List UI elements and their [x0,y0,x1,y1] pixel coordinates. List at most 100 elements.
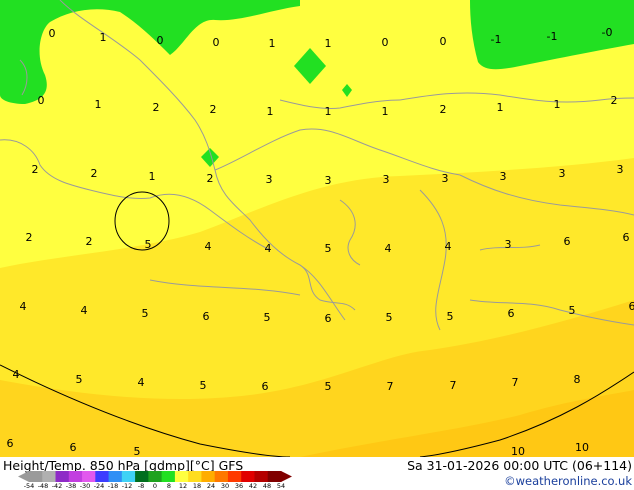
scale-swatch [201,471,216,482]
scale-swatch [214,471,229,482]
scale-arrow-right [281,471,292,482]
scale-tick-label: 36 [234,482,244,490]
temperature-label: 1 [325,37,332,50]
forecast-date: Sa 31-01-2026 00:00 UTC (06+114) [407,458,632,473]
scale-tick-label: -24 [93,482,105,490]
scale-tick-label: 48 [262,482,272,490]
temperature-label: 6 [262,380,269,393]
scale-swatch [55,471,70,482]
scale-swatch [121,471,136,482]
temperature-label: 1 [267,105,274,118]
scale-swatch [108,471,123,482]
scale-tick-label: 18 [192,482,202,490]
temperature-label: 0 [440,35,447,48]
temperature-label: 2 [91,167,98,180]
temperature-label: 1 [497,101,504,114]
temperature-label: 5 [325,380,332,393]
temperature-label: 3 [325,174,332,187]
scale-swatch [188,471,202,482]
temperature-label: 4 [13,368,20,381]
temperature-label: 1 [149,170,156,183]
temperature-label: 5 [134,445,141,457]
temperature-label: 3 [266,173,273,186]
scale-tick-label: -42 [51,482,63,490]
scale-tick-label: -8 [137,482,145,490]
temperature-label: 7 [512,376,519,389]
scale-swatch [254,471,269,482]
temperature-label: 4 [20,300,27,313]
temperature-label: 4 [205,240,212,253]
temperature-label: 2 [86,235,93,248]
color-scale-ticks: -54 -48 -42 -38 -30 -24 -18 -12 -8 0 8 12 18 24 30 36 42… [20,482,294,490]
temperature-label: 4 [445,240,452,253]
scale-tick-label: -54 [23,482,35,490]
temperature-label: 6 [508,307,515,320]
temperature-label: 1 [100,31,107,44]
temperature-label: 1 [554,98,561,111]
color-scale [18,471,292,482]
scale-swatch [161,471,176,482]
temperature-label: 2 [207,172,214,185]
temperature-label: 3 [442,172,449,185]
scale-swatch [135,471,149,482]
scale-tick-label: 12 [178,482,188,490]
temperature-label: 1 [382,105,389,118]
scale-tick-label: 0 [152,482,158,490]
temperature-label: 1 [95,98,102,111]
map-canvas: 0 1 0 0 1 1 0 0 -1 -1 -00 1 2 2 1 1 1 2 1 1 22 2 1 2 3 3 3 3 3 3 32 2 5 4… [0,0,634,457]
temperature-label: 5 [200,379,207,392]
temperature-label: -0 [602,26,613,39]
temperature-label: 6 [623,231,630,244]
temperature-label: 5 [142,307,149,320]
temperature-label: 8 [574,373,581,386]
temperature-label: 2 [210,103,217,116]
scale-swatch [95,471,110,482]
temperature-label: 6 [203,310,210,323]
temperature-label: 7 [387,380,394,393]
scale-tick-label: -38 [65,482,77,490]
temperature-label: 5 [145,238,152,251]
temperature-label: 1 [269,37,276,50]
temperature-label: 5 [264,311,271,324]
temperature-label: 4 [265,242,272,255]
temperature-label: 0 [213,36,220,49]
scale-tick-label: -48 [37,482,49,490]
temperature-label: 2 [611,94,618,107]
temperature-label: 0 [157,34,164,47]
scale-swatch [82,471,96,482]
temperature-label: 5 [569,304,576,317]
scale-tick-label: 8 [166,482,172,490]
temperature-label: 6 [70,441,77,454]
temperature-label: 3 [559,167,566,180]
temperature-label: 2 [26,231,33,244]
scale-tick-label: -12 [121,482,133,490]
temperature-label: 1 [325,105,332,118]
scale-swatch [42,471,57,482]
temperature-label: 6 [564,235,571,248]
scale-tick-label: 42 [248,482,258,490]
temperature-label: 5 [386,311,393,324]
temperature-label: -1 [491,33,502,46]
temperature-label: 4 [81,304,88,317]
scale-swatch [68,471,83,482]
scale-tick-label: 24 [206,482,216,490]
scale-tick-label: -30 [79,482,91,490]
temperature-label: 2 [32,163,39,176]
temperature-label: 2 [440,103,447,116]
temperature-label: 3 [617,163,624,176]
scale-swatch [174,471,189,482]
temperature-label: -1 [547,30,558,43]
temperature-label: 10 [575,441,589,454]
scale-swatch [29,471,43,482]
temperature-label: 3 [500,170,507,183]
temperature-label: 6 [7,437,14,450]
scale-swatch [148,471,163,482]
temperature-label: 0 [382,36,389,49]
temperature-label: 6 [629,300,634,313]
scale-tick-label: 54 [276,482,286,490]
temperature-label: 5 [325,242,332,255]
temperature-label: 5 [76,373,83,386]
temperature-label: 10 [511,445,525,457]
temperature-label: 6 [325,312,332,325]
credit-link[interactable]: ©weatheronline.co.uk [504,474,632,488]
